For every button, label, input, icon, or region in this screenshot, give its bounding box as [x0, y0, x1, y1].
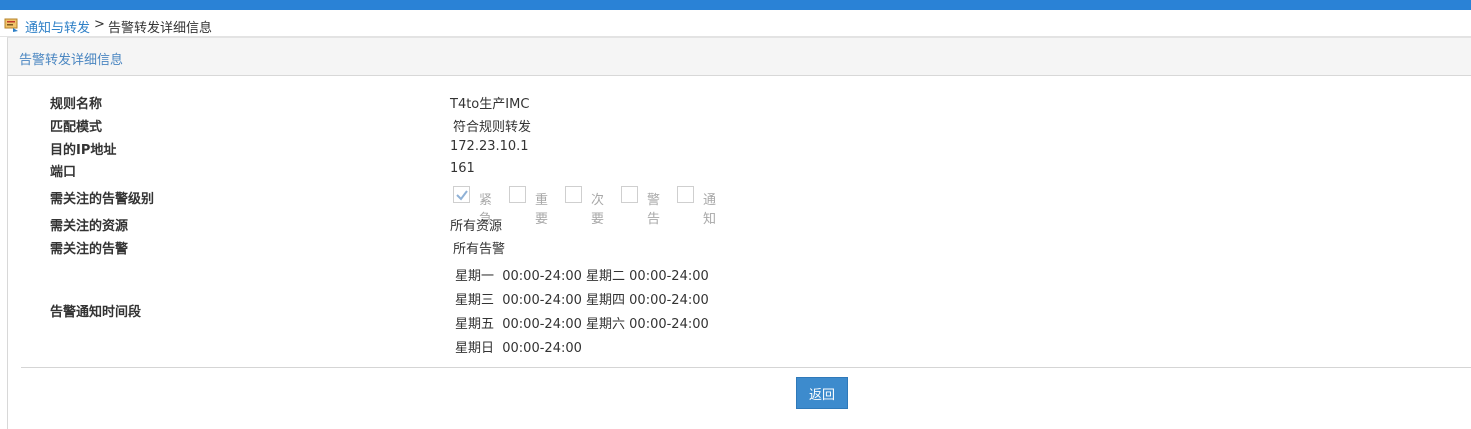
- schedule-line-3: 星期五 00:00-24:00 星期六 00:00-24:00: [455, 317, 709, 332]
- field-value-match-mode: 符合规则转发: [453, 120, 532, 135]
- field-value-alarms: 所有告警: [453, 242, 506, 257]
- level-label-info: 通知: [703, 193, 717, 227]
- level-label-warning: 警告: [647, 193, 661, 227]
- top-accent-bar: [0, 0, 1471, 10]
- panel-title: 告警转发详细信息: [19, 53, 124, 68]
- field-label-time-period: 告警通知时间段: [50, 305, 142, 320]
- field-label-resources: 需关注的资源: [50, 219, 129, 234]
- footer-divider: [21, 367, 1471, 368]
- schedule-line-4: 星期日 00:00-24:00: [455, 341, 582, 356]
- level-checkbox-info[interactable]: [677, 186, 694, 203]
- breadcrumb-separator: >: [94, 17, 105, 32]
- field-value-port: 161: [450, 161, 475, 176]
- field-value-dest-ip: 172.23.10.1: [450, 139, 529, 154]
- field-label-match-mode: 匹配模式: [50, 120, 103, 135]
- schedule-line-1: 星期一 00:00-24:00 星期二 00:00-24:00: [455, 269, 709, 284]
- breadcrumb-link-notify-forward[interactable]: 通知与转发: [25, 17, 90, 36]
- field-label-alarm-levels: 需关注的告警级别: [50, 192, 155, 207]
- level-checkbox-critical[interactable]: [453, 186, 470, 203]
- breadcrumb-current: 告警转发详细信息: [108, 21, 213, 36]
- breadcrumb: 通知与转发 > 告警转发详细信息: [0, 10, 1471, 37]
- panel-header: 告警转发详细信息: [8, 38, 1471, 76]
- field-label-alarms: 需关注的告警: [50, 242, 129, 257]
- detail-panel: 告警转发详细信息: [7, 37, 1471, 429]
- level-label-major: 重要: [535, 193, 549, 227]
- level-checkbox-major[interactable]: [509, 186, 526, 203]
- level-checkbox-warning[interactable]: [621, 186, 638, 203]
- notification-forward-icon: [4, 17, 20, 33]
- level-label-minor: 次要: [591, 193, 605, 227]
- schedule-line-2: 星期三 00:00-24:00 星期四 00:00-24:00: [455, 293, 709, 308]
- field-value-rule-name: T4to生产IMC: [450, 97, 530, 112]
- field-label-dest-ip: 目的IP地址: [50, 143, 117, 158]
- field-value-resources: 所有资源: [450, 219, 503, 234]
- field-label-rule-name: 规则名称: [50, 97, 103, 112]
- level-checkbox-minor[interactable]: [565, 186, 582, 203]
- back-button[interactable]: 返回: [796, 377, 848, 409]
- field-label-port: 端口: [50, 165, 77, 180]
